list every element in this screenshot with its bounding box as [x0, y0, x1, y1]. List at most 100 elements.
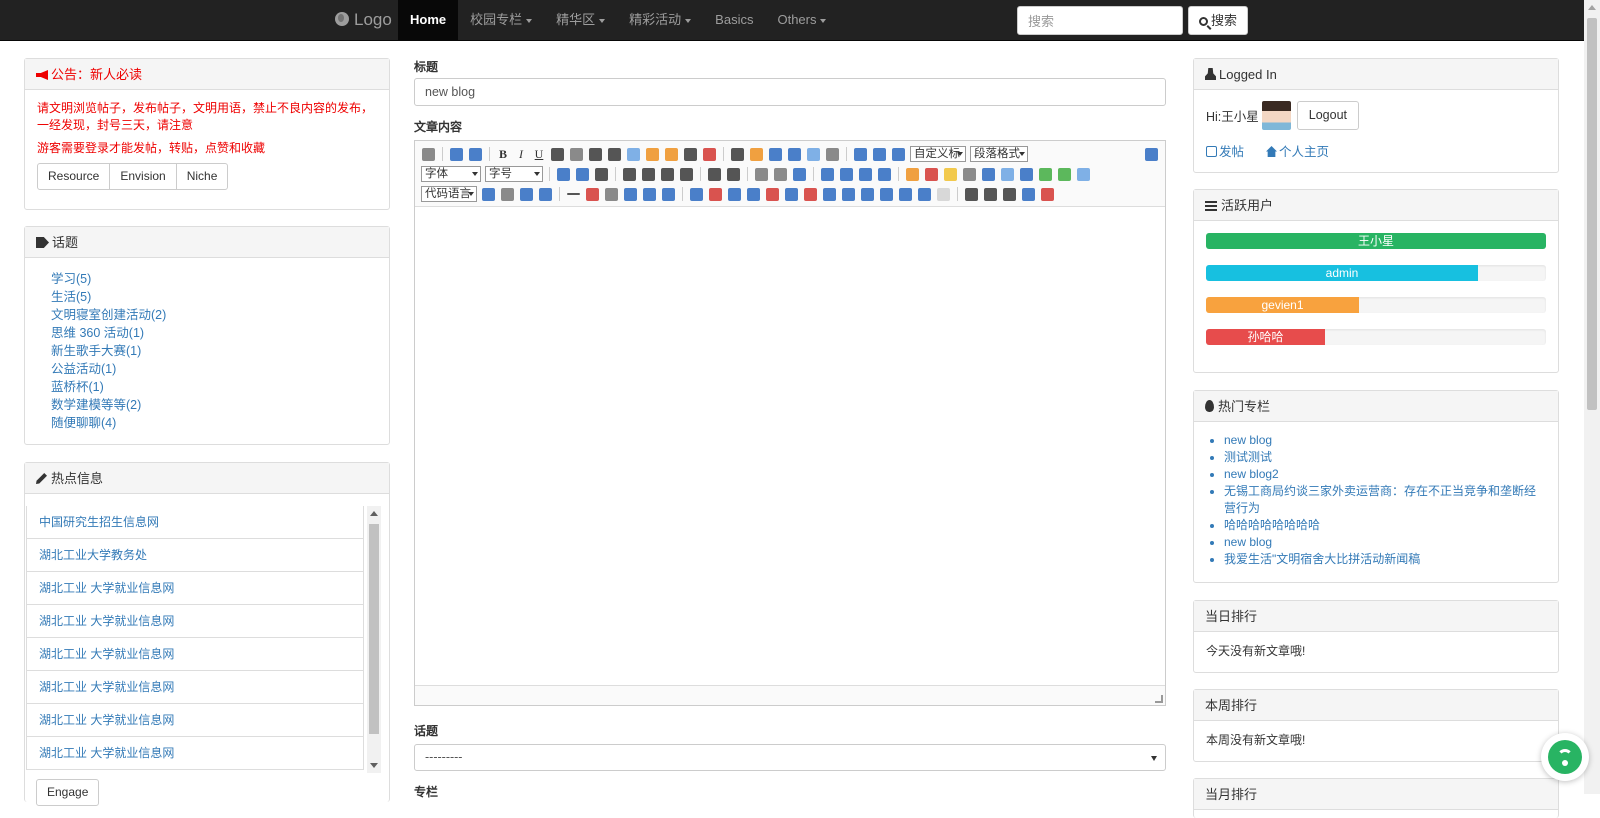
- topic-select[interactable]: ---------: [414, 744, 1166, 771]
- image-none-icon[interactable]: [821, 167, 834, 181]
- hot-info-link[interactable]: 中国研究生招生信息网: [26, 506, 364, 539]
- print-icon[interactable]: [965, 187, 978, 201]
- user-activity-bar[interactable]: gevien1: [1206, 297, 1359, 313]
- topic-item[interactable]: 公益活动(1): [51, 360, 377, 378]
- split-rows-icon[interactable]: [899, 187, 912, 201]
- merge-cells-icon[interactable]: [823, 187, 836, 201]
- topic-item[interactable]: 数学建模等等(2): [51, 396, 377, 414]
- user-activity-bar[interactable]: admin: [1206, 265, 1478, 281]
- format-brush-icon[interactable]: [646, 147, 659, 161]
- strikethrough-icon[interactable]: [570, 147, 583, 161]
- indent-icon[interactable]: [595, 167, 608, 181]
- paste-text-icon[interactable]: [703, 147, 716, 161]
- row-spacing-top-icon[interactable]: [854, 147, 867, 161]
- topic-item[interactable]: 思维 360 活动(1): [51, 324, 377, 342]
- code-icon[interactable]: [482, 187, 495, 201]
- page-scroll-thumb[interactable]: [1587, 18, 1597, 410]
- align-left-icon[interactable]: [623, 167, 636, 181]
- hot-column-item[interactable]: 测试测试: [1224, 449, 1546, 466]
- delete-table-icon[interactable]: [709, 187, 722, 201]
- select-all-icon[interactable]: [807, 147, 820, 161]
- page-scrollbar[interactable]: [1584, 0, 1600, 794]
- ltr-icon[interactable]: [557, 167, 570, 181]
- hot-column-item[interactable]: new blog2: [1224, 466, 1546, 483]
- preview-icon[interactable]: [984, 187, 997, 201]
- align-center-icon[interactable]: [642, 167, 655, 181]
- scroll-thumb[interactable]: [369, 524, 379, 734]
- font-color-icon[interactable]: [731, 147, 744, 161]
- topic-item[interactable]: 新生歌手大赛(1): [51, 342, 377, 360]
- post-link[interactable]: 发帖: [1206, 141, 1244, 160]
- nav-campus-column[interactable]: 校园专栏: [458, 0, 544, 40]
- date-icon[interactable]: [586, 187, 599, 201]
- topic-item[interactable]: 蓝桥杯(1): [51, 378, 377, 396]
- hot-info-link[interactable]: 湖北工业 大学就业信息网: [26, 571, 364, 605]
- time-icon[interactable]: [605, 187, 618, 201]
- help-icon[interactable]: [1022, 187, 1035, 201]
- nav-basics[interactable]: Basics: [703, 0, 765, 40]
- frame-icon[interactable]: [1077, 167, 1090, 181]
- editor-content-area[interactable]: [415, 208, 1165, 684]
- nav-highlights[interactable]: 精华区: [544, 0, 617, 40]
- subscript-icon[interactable]: [608, 147, 621, 161]
- search-replace-icon[interactable]: [643, 187, 656, 201]
- insert-paragraph-icon[interactable]: [728, 187, 741, 201]
- auto-format-icon[interactable]: [665, 147, 678, 161]
- title-input[interactable]: new blog: [414, 78, 1166, 106]
- hot-column-item[interactable]: 我爱生活"文明宿舍大比拼活动新闻稿: [1224, 551, 1546, 568]
- multi-image-icon[interactable]: [925, 167, 938, 181]
- background-icon[interactable]: [539, 187, 552, 201]
- redo-icon[interactable]: [469, 147, 482, 161]
- merge-down-icon[interactable]: [861, 187, 874, 201]
- row-spacing-bottom-icon[interactable]: [873, 147, 886, 161]
- gmap-icon[interactable]: [1058, 167, 1071, 181]
- hot-column-item[interactable]: 哈哈哈哈哈哈哈哈: [1224, 517, 1546, 534]
- engage-button[interactable]: Engage: [36, 779, 100, 806]
- paragraph-select[interactable]: 段落格式: [970, 146, 1028, 162]
- delete-col-icon[interactable]: [804, 187, 817, 201]
- search-input[interactable]: 搜索: [1017, 6, 1183, 35]
- topic-item[interactable]: 学习(5): [51, 270, 377, 288]
- search-button[interactable]: 搜索: [1188, 6, 1248, 35]
- hot-info-link[interactable]: 湖北工业 大学就业信息网: [26, 670, 364, 704]
- map-icon[interactable]: [1039, 167, 1052, 181]
- unordered-list-icon[interactable]: [788, 147, 801, 161]
- quote-icon[interactable]: [684, 147, 697, 161]
- image-right-icon[interactable]: [859, 167, 872, 181]
- font-border-icon[interactable]: [551, 147, 564, 161]
- image-left-icon[interactable]: [840, 167, 853, 181]
- align-justify-icon[interactable]: [680, 167, 693, 181]
- drafts-icon[interactable]: [1003, 187, 1016, 201]
- hot-info-link[interactable]: 湖北工业 大学就业信息网: [26, 736, 364, 770]
- hot-column-item[interactable]: new blog: [1224, 432, 1546, 449]
- user-activity-bar[interactable]: 孙哈哈: [1206, 329, 1325, 345]
- anchor-icon[interactable]: [793, 167, 806, 181]
- clear-doc-icon[interactable]: [826, 147, 839, 161]
- topic-item[interactable]: 生活(5): [51, 288, 377, 306]
- font-family-select[interactable]: 字体: [421, 166, 481, 182]
- scroll-up-icon[interactable]: [370, 511, 378, 516]
- code-language-select[interactable]: 代码语言: [421, 186, 477, 202]
- attachment-icon[interactable]: [1020, 167, 1033, 181]
- scroll-down-icon[interactable]: [370, 763, 378, 768]
- hot-info-link[interactable]: 湖北工业 大学就业信息网: [26, 637, 364, 671]
- image-center-icon[interactable]: [878, 167, 891, 181]
- eraser-icon[interactable]: [627, 147, 640, 161]
- hot-info-scrollbar[interactable]: [367, 506, 381, 773]
- link-icon[interactable]: [755, 167, 768, 181]
- rtl-icon[interactable]: [576, 167, 589, 181]
- html-source-icon[interactable]: [422, 147, 435, 161]
- user-activity-bar[interactable]: 王小星: [1206, 233, 1546, 249]
- floating-wifi-widget[interactable]: [1541, 733, 1589, 781]
- emoticon-icon[interactable]: [944, 167, 957, 181]
- nav-others[interactable]: Others: [765, 0, 838, 40]
- superscript-icon[interactable]: [589, 147, 602, 161]
- page-break-icon[interactable]: [501, 187, 514, 201]
- fullscreen-icon[interactable]: [1145, 147, 1158, 161]
- ordered-list-icon[interactable]: [769, 147, 782, 161]
- lowercase-icon[interactable]: [727, 167, 740, 181]
- hot-column-item[interactable]: new blog: [1224, 534, 1546, 551]
- custom-title-select[interactable]: 自定义标: [910, 146, 966, 162]
- music-icon[interactable]: [1001, 167, 1014, 181]
- image-icon[interactable]: [906, 167, 919, 181]
